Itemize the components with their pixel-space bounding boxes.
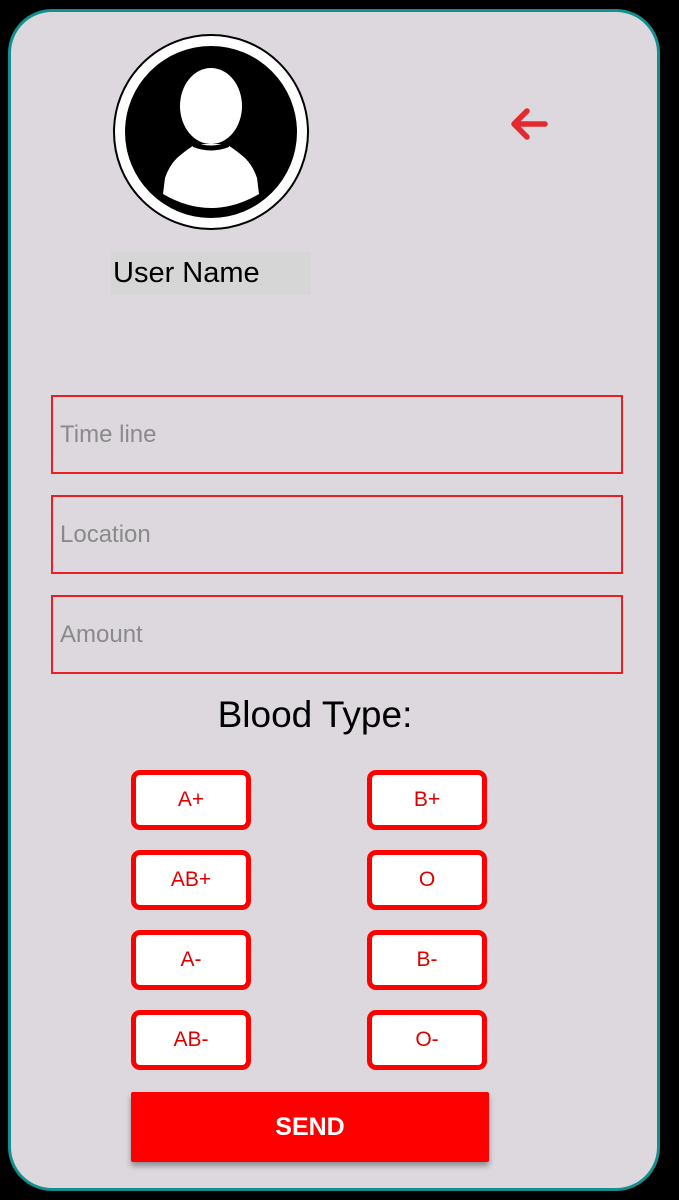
blood-type-ab-negative-button[interactable]: AB- [131,1010,251,1070]
blood-type-b-positive-button[interactable]: B+ [367,770,487,830]
user-avatar-icon [125,46,297,218]
blood-type-o-button[interactable]: O [367,850,487,910]
blood-type-a-positive-button[interactable]: A+ [131,770,251,830]
arrow-left-icon [511,108,548,140]
app-screen: User Name Blood Type: A+ B+ AB+ O A- B- … [8,9,660,1191]
blood-type-o-negative-button[interactable]: O- [367,1010,487,1070]
amount-input[interactable] [51,595,623,674]
user-name-label: User Name [111,252,311,295]
timeline-input[interactable] [51,395,623,474]
avatar[interactable] [113,34,309,230]
location-input[interactable] [51,495,623,574]
back-button[interactable] [505,102,553,146]
blood-type-a-negative-button[interactable]: A- [131,930,251,990]
send-button[interactable]: SEND [131,1092,489,1162]
blood-type-ab-positive-button[interactable]: AB+ [131,850,251,910]
blood-type-heading: Blood Type: [217,694,413,735]
blood-type-b-negative-button[interactable]: B- [367,930,487,990]
